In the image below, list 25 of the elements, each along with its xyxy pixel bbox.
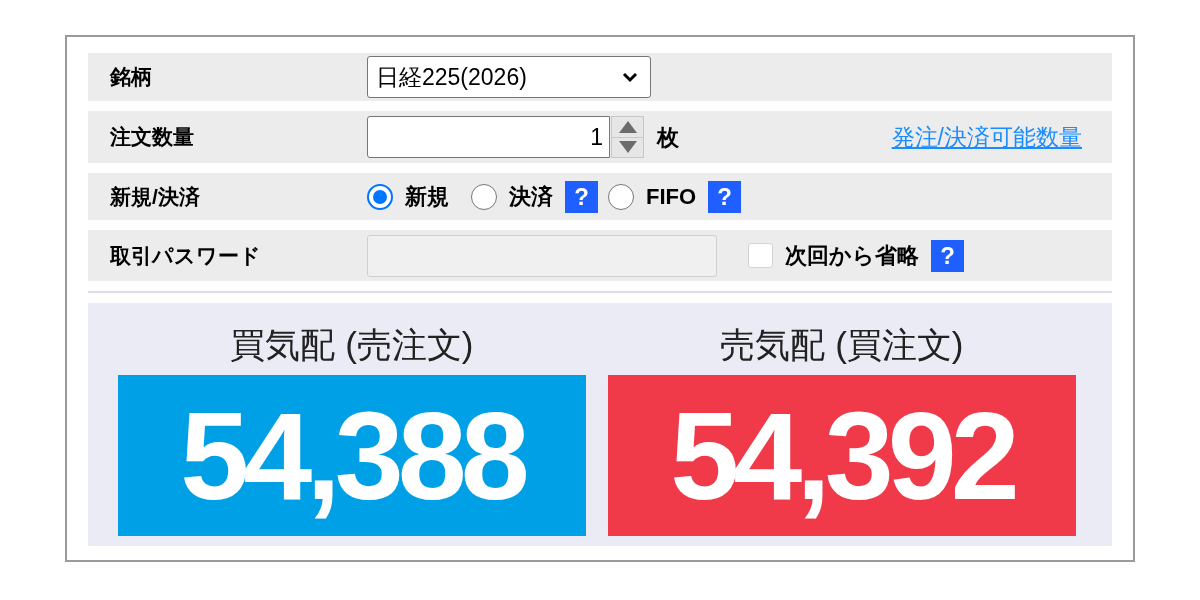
row-label: 新規/決済 bbox=[109, 183, 201, 210]
radio-label: 決済 bbox=[509, 183, 553, 211]
radio-button[interactable] bbox=[367, 183, 393, 210]
radio-button[interactable] bbox=[608, 183, 634, 210]
price-box[interactable]: 54,392 bbox=[608, 375, 1076, 536]
checkbox-label: 次回から省略 bbox=[785, 242, 919, 270]
row-label: 注文数量 bbox=[109, 124, 195, 151]
radio-button[interactable] bbox=[471, 183, 497, 210]
radio-label: 新規 bbox=[405, 183, 449, 211]
available-quantity-link[interactable]: 発注/決済可能数量 bbox=[891, 119, 1082, 155]
quantity-field[interactable]: 1 bbox=[367, 116, 610, 158]
triangle-up-icon bbox=[618, 120, 637, 133]
unit-label: 枚 bbox=[657, 123, 679, 152]
quote-label: 売気配 (買注文) bbox=[720, 324, 964, 366]
price-box[interactable]: 54,388 bbox=[118, 375, 586, 536]
triangle-down-icon bbox=[618, 141, 637, 154]
row-label: 取引パスワード bbox=[109, 242, 262, 269]
help-button[interactable]: ? bbox=[708, 180, 742, 213]
chevron-down-icon bbox=[622, 71, 638, 83]
quote-label: 買気配 (売注文) bbox=[230, 324, 474, 366]
radio-label: FIFO bbox=[646, 183, 697, 211]
dropdown[interactable]: 日経225(2026) bbox=[367, 56, 651, 98]
row-label: 銘柄 bbox=[108, 64, 153, 91]
help-button[interactable]: ? bbox=[565, 180, 598, 213]
spinner[interactable] bbox=[611, 116, 644, 158]
